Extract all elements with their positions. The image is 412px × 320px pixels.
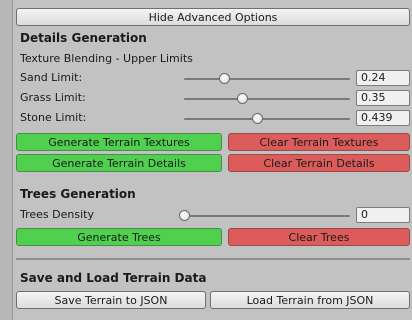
sand-limit-field[interactable]: 0.24	[356, 70, 410, 86]
sand-limit-slider-thumb[interactable]	[218, 73, 230, 84]
trees-density-label: Trees Density	[20, 208, 94, 221]
stone-limit-slider-thumb[interactable]	[251, 113, 263, 124]
grass-limit-label: Grass Limit:	[20, 91, 86, 104]
texture-blending-label: Texture Blending - Upper Limits	[20, 52, 193, 65]
sand-limit-label: Sand Limit:	[20, 71, 83, 84]
save-load-heading: Save and Load Terrain Data	[20, 271, 207, 285]
sand-limit-slider[interactable]	[184, 78, 350, 80]
trees-density-slider-thumb[interactable]	[179, 210, 190, 221]
clear-terrain-textures-button[interactable]: Clear Terrain Textures	[228, 133, 410, 151]
grass-limit-field[interactable]: 0.35	[356, 90, 410, 106]
hide-advanced-options-button[interactable]: Hide Advanced Options	[16, 8, 410, 26]
details-generation-heading: Details Generation	[20, 31, 147, 45]
grass-limit-slider[interactable]	[184, 98, 350, 100]
save-terrain-json-button[interactable]: Save Terrain to JSON	[16, 291, 206, 309]
trees-generation-heading: Trees Generation	[20, 187, 136, 201]
load-terrain-json-button[interactable]: Load Terrain from JSON	[210, 291, 410, 309]
generate-terrain-details-button[interactable]: Generate Terrain Details	[16, 154, 222, 172]
trees-density-slider[interactable]	[184, 215, 350, 217]
clear-terrain-details-button[interactable]: Clear Terrain Details	[228, 154, 410, 172]
section-divider	[16, 258, 410, 260]
stone-limit-label: Stone Limit:	[20, 111, 87, 124]
stone-limit-slider[interactable]	[184, 118, 350, 120]
trees-density-field[interactable]: 0	[356, 207, 410, 223]
generate-terrain-textures-button[interactable]: Generate Terrain Textures	[16, 133, 222, 151]
generate-trees-button[interactable]: Generate Trees	[16, 228, 222, 246]
clear-trees-button[interactable]: Clear Trees	[228, 228, 410, 246]
stone-limit-field[interactable]: 0.439	[356, 110, 410, 126]
